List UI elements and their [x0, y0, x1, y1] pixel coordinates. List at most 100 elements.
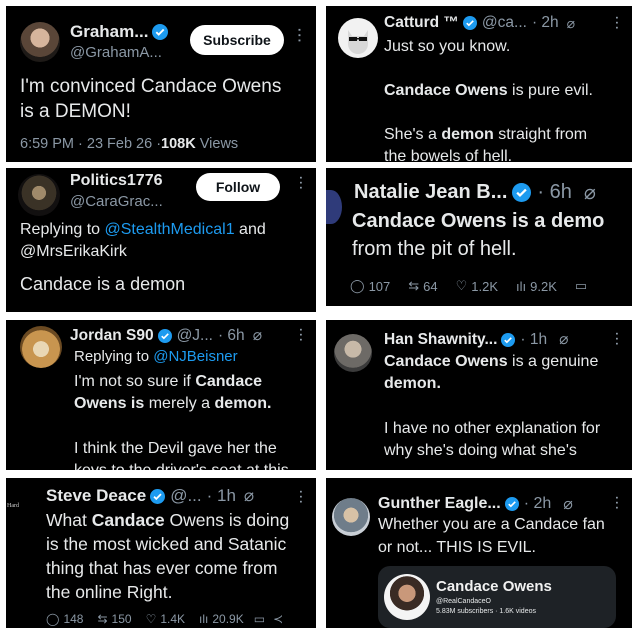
engagement-bar: ◯ 148 ⇆ 150 ♡ 1.4K ılı 20.9K ▭ ≺: [46, 612, 283, 626]
verified-badge-icon: [501, 332, 516, 347]
post-text-line: or not... THIS IS EVIL.: [378, 539, 536, 556]
post-time[interactable]: · 1h: [207, 486, 236, 506]
views-label: Views: [195, 136, 239, 152]
post-text-line: I'm not so sure if Candace: [74, 373, 263, 390]
views-button[interactable]: ılı 9.2K: [516, 279, 557, 294]
post-text-line: the bowels of hell.: [384, 148, 513, 162]
post-text-line: I have no other explanation for: [384, 420, 601, 437]
post-time[interactable]: · 1h: [520, 331, 547, 349]
grok-icon[interactable]: ⌀: [253, 326, 262, 345]
author-handle[interactable]: @GrahamA...: [70, 44, 162, 61]
channel-avatar: [384, 574, 430, 620]
views-icon: ılı: [199, 612, 209, 626]
reply-icon: ◯: [46, 612, 60, 626]
avatar[interactable]: [338, 18, 378, 58]
author-name[interactable]: Catturd ™: [384, 14, 459, 32]
more-options-icon[interactable]: ···: [294, 176, 308, 191]
bookmark-icon[interactable]: ▭: [254, 612, 265, 626]
like-button[interactable]: ♡ 1.2K: [456, 278, 498, 294]
post-text-line: keys to the driver's seat at this: [74, 462, 289, 470]
grok-icon[interactable]: ⌀: [563, 494, 573, 514]
post-time[interactable]: · 6h: [537, 181, 571, 204]
post-text-line: is the most wicked and Satanic: [46, 534, 287, 554]
verified-badge-icon: [504, 497, 519, 511]
reply-context: Replying to @NJBeisner: [74, 348, 238, 365]
avatar[interactable]: [20, 326, 62, 368]
reply-button[interactable]: ◯ 107: [350, 278, 390, 294]
avatar[interactable]: [334, 334, 372, 372]
post-text-line: I think the Devil gave her the: [74, 440, 277, 457]
grok-icon[interactable]: ⌀: [244, 486, 254, 506]
avatar[interactable]: [20, 22, 60, 62]
reply-user-link[interactable]: @MrsErikaKirk: [20, 243, 127, 261]
more-options-icon[interactable]: ···: [294, 328, 308, 343]
post-catturd: Catturd ™ @ca... · 2h ⌀ ··· Just so you …: [326, 6, 632, 162]
post-steve-deace: Hard Steve Deace @... · 1h ⌀ ··· What Ca…: [6, 478, 316, 628]
avatar[interactable]: [18, 174, 60, 216]
post-time[interactable]: · 2h: [524, 495, 552, 513]
verified-badge-icon: [512, 183, 532, 202]
avatar[interactable]: [332, 498, 370, 536]
channel-meta: 5.83M subscribers · 1.6K videos: [436, 608, 536, 615]
post-time[interactable]: · 6h: [218, 327, 245, 345]
more-options-icon[interactable]: ···: [294, 490, 308, 505]
reply-context: Replying to @StealthMedical1 and: [20, 221, 266, 238]
author-name[interactable]: Han Shawnity...: [384, 331, 497, 349]
reply-user-link[interactable]: @StealthMedical1: [105, 221, 235, 238]
subscribe-button[interactable]: Subscribe: [190, 25, 284, 55]
author-handle[interactable]: @...: [170, 486, 201, 506]
avatar[interactable]: Hard: [6, 496, 30, 522]
embedded-channel-card[interactable]: Candace Owens @RealCandaceO 5.83M subscr…: [378, 566, 616, 628]
author-name[interactable]: Graham...: [70, 22, 148, 42]
author-name[interactable]: Gunther Eagle...: [378, 495, 501, 513]
views-icon: ılı: [516, 278, 527, 294]
repost-icon: ⇆: [97, 612, 108, 626]
grok-icon[interactable]: ⌀: [559, 330, 568, 349]
repost-button[interactable]: ⇆ 150: [97, 612, 131, 626]
verified-badge-icon: [152, 24, 169, 40]
post-timestamp[interactable]: 6:59 PM · 23 Feb 26 ·: [20, 136, 161, 152]
views-count: 108K: [161, 136, 196, 152]
repost-icon: ⇆: [408, 278, 420, 293]
avatar[interactable]: [326, 190, 342, 224]
author-name[interactable]: Natalie Jean B...: [354, 181, 507, 204]
views-button[interactable]: ılı 20.9K: [199, 612, 244, 626]
bookmark-icon[interactable]: ▭: [575, 278, 587, 294]
post-text-line: Candace Owens is a demo: [352, 210, 605, 232]
verified-badge-icon: [157, 328, 172, 343]
post-text-line: Owens is merely a demon.: [74, 395, 272, 412]
author-name[interactable]: Politics1776: [70, 172, 163, 190]
author-name[interactable]: Jordan S90: [70, 327, 154, 345]
post-han: Han Shawnity... · 1h ⌀ ··· Candace Owens…: [326, 320, 632, 470]
grok-icon[interactable]: ⌀: [567, 15, 575, 32]
author-handle[interactable]: @CaraGrac...: [70, 193, 163, 210]
post-text-line: the online Right.: [46, 582, 173, 602]
channel-title: Candace Owens: [436, 578, 552, 595]
heart-icon: ♡: [455, 278, 468, 293]
repost-button[interactable]: ⇆ 64: [408, 278, 437, 294]
post-text-line: is a DEMON!: [20, 101, 131, 122]
post-text-line: Candace is a demon: [20, 274, 186, 294]
grok-icon[interactable]: ⌀: [584, 180, 596, 205]
reply-user-link[interactable]: @NJBeisner: [153, 348, 237, 365]
post-time[interactable]: · 2h: [532, 14, 559, 32]
channel-handle: @RealCandaceO: [436, 598, 491, 605]
author-name[interactable]: Steve Deace: [46, 486, 146, 506]
post-text-line: Candace Owens is pure evil.: [384, 82, 593, 99]
post-natalie: Natalie Jean B... · 6h ⌀ Candace Owens i…: [326, 168, 632, 306]
more-options-icon[interactable]: ···: [292, 28, 307, 44]
author-handle[interactable]: @J...: [177, 327, 213, 345]
reply-button[interactable]: ◯ 148: [46, 612, 83, 626]
more-options-icon[interactable]: ···: [610, 496, 624, 511]
post-politics1776: Politics1776 @CaraGrac... Follow ··· Rep…: [6, 168, 316, 312]
verified-badge-icon: [462, 16, 477, 30]
like-button[interactable]: ♡ 1.4K: [146, 612, 185, 626]
verified-badge-icon: [150, 488, 166, 504]
author-handle[interactable]: @ca...: [482, 14, 527, 32]
more-options-icon[interactable]: ···: [610, 332, 624, 347]
more-options-icon[interactable]: ···: [610, 16, 624, 31]
engagement-bar: ◯ 107 ⇆ 64 ♡ 1.2K ılı 9.2K ▭: [350, 278, 587, 294]
share-icon[interactable]: ≺: [273, 612, 283, 626]
post-text-line: Just so you know.: [384, 38, 511, 55]
follow-button[interactable]: Follow: [196, 173, 280, 201]
